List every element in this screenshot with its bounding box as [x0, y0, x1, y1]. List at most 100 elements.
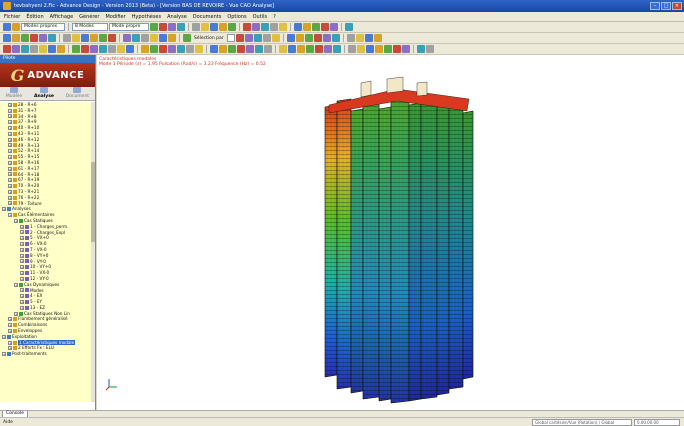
- menu-item-4[interactable]: Modifier: [105, 14, 125, 20]
- expand-icon[interactable]: +: [20, 247, 24, 252]
- tool-c-38-icon[interactable]: [348, 45, 356, 53]
- tool-c-29-icon[interactable]: [255, 45, 263, 53]
- tool-b-23-icon[interactable]: [271, 34, 280, 42]
- expand-icon[interactable]: +: [2, 334, 6, 339]
- menu-item-10[interactable]: ?: [273, 14, 276, 20]
- tool-b-15-icon[interactable]: [150, 34, 158, 42]
- tool-c-13-icon[interactable]: [99, 45, 107, 53]
- tool-b-19-icon[interactable]: [235, 34, 244, 42]
- tool-c-31-icon[interactable]: [279, 45, 287, 53]
- tool-b-6-icon[interactable]: [63, 34, 71, 42]
- mode-type-combo[interactable]: Mode propre: [109, 23, 149, 31]
- tool-a-8-icon[interactable]: [210, 23, 218, 31]
- expand-icon[interactable]: +: [20, 265, 24, 270]
- tool-b-26-icon[interactable]: [304, 34, 313, 42]
- tool-c-10-icon[interactable]: [72, 45, 80, 53]
- tool-b-27-icon[interactable]: [313, 34, 322, 42]
- tool-a-6-icon[interactable]: [192, 23, 200, 31]
- tool-a-4-icon[interactable]: [168, 23, 176, 31]
- tool-c-37-icon[interactable]: [333, 45, 341, 53]
- expand-icon[interactable]: +: [8, 114, 12, 119]
- expand-icon[interactable]: +: [8, 172, 12, 177]
- expand-icon[interactable]: +: [8, 189, 12, 194]
- tool-c-15-icon[interactable]: [117, 45, 125, 53]
- tool-b-28-icon[interactable]: [322, 34, 331, 42]
- tool-b-30-icon[interactable]: [346, 34, 355, 42]
- tool-b-20-icon[interactable]: [244, 34, 253, 42]
- menu-item-5[interactable]: Hypothèses: [132, 14, 161, 20]
- tool-b-3-icon[interactable]: [30, 34, 38, 42]
- tool-c-12-icon[interactable]: [90, 45, 98, 53]
- expand-icon[interactable]: +: [8, 120, 12, 125]
- menu-item-0[interactable]: Fichier: [4, 14, 20, 20]
- tool-b-32-icon[interactable]: [364, 34, 373, 42]
- tool-c-35-icon[interactable]: [315, 45, 323, 53]
- tool-b-31-icon[interactable]: [355, 34, 364, 42]
- tool-a-3-icon[interactable]: [159, 23, 167, 31]
- expand-icon[interactable]: +: [8, 102, 12, 107]
- expand-icon[interactable]: +: [8, 126, 12, 131]
- expand-icon[interactable]: +: [14, 311, 18, 316]
- building-model[interactable]: [97, 55, 684, 410]
- expand-icon[interactable]: +: [8, 160, 12, 165]
- tool-b-7-icon[interactable]: [72, 34, 80, 42]
- tool-b-9-icon[interactable]: [90, 34, 98, 42]
- cad-viewport[interactable]: Caractéristiques modales Mode 1 Période …: [97, 55, 684, 410]
- expand-icon[interactable]: +: [8, 213, 12, 218]
- tool-c-24-icon[interactable]: [210, 45, 218, 53]
- tool-c-39-icon[interactable]: [357, 45, 365, 53]
- menu-item-3[interactable]: Générer: [79, 14, 99, 20]
- tool-a-15-icon[interactable]: [279, 23, 287, 31]
- modes-combo[interactable]: Modes propres: [21, 23, 65, 31]
- tool-c-21-icon[interactable]: [177, 45, 185, 53]
- tab-document[interactable]: Document: [66, 87, 89, 99]
- tree-scroll-thumb[interactable]: [91, 162, 95, 242]
- expand-icon[interactable]: +: [8, 166, 12, 171]
- tree-item[interactable]: + Post-traitements: [0, 351, 92, 357]
- tool-b-13-icon[interactable]: [132, 34, 140, 42]
- tool-c-7-icon[interactable]: [39, 45, 47, 53]
- expand-icon[interactable]: +: [8, 178, 12, 183]
- tool-c-11-icon[interactable]: [81, 45, 89, 53]
- tool-c-28-icon[interactable]: [246, 45, 254, 53]
- expand-icon[interactable]: +: [8, 149, 12, 154]
- coordinate-system[interactable]: Global cartésien/Vue (Rotation) / Global: [532, 419, 632, 426]
- tool-c-8-icon[interactable]: [48, 45, 56, 53]
- tool-b-33-icon[interactable]: [373, 34, 382, 42]
- tool-b-29-icon[interactable]: [331, 34, 340, 42]
- tool-a-20-icon[interactable]: [330, 23, 338, 31]
- close-icon[interactable]: ×: [672, 2, 682, 10]
- expand-icon[interactable]: +: [20, 271, 24, 275]
- tool-c-42-icon[interactable]: [384, 45, 392, 53]
- tool-c-44-icon[interactable]: [402, 45, 410, 53]
- tool-c-5-icon[interactable]: [21, 45, 29, 53]
- mode-count-combo[interactable]: 8 Modes: [72, 23, 108, 31]
- tool-c-27-icon[interactable]: [237, 45, 245, 53]
- tool-c-18-icon[interactable]: [150, 45, 158, 53]
- tool-c-46-icon[interactable]: [426, 45, 434, 53]
- tool-b-22-icon[interactable]: [262, 34, 271, 42]
- tool-b-25-icon[interactable]: [295, 34, 304, 42]
- tool-c-19-icon[interactable]: [159, 45, 167, 53]
- tool-c-22-icon[interactable]: [186, 45, 194, 53]
- tool-b-18-icon[interactable]: [183, 34, 191, 42]
- expand-icon[interactable]: +: [8, 143, 12, 148]
- tool-b-8-icon[interactable]: [81, 34, 89, 42]
- tool-c-6-icon[interactable]: [30, 45, 38, 53]
- tool-a-10-icon[interactable]: [228, 23, 236, 31]
- tool-b-17-icon[interactable]: [168, 34, 176, 42]
- tool-c-40-icon[interactable]: [366, 45, 374, 53]
- tool-c-17-icon[interactable]: [141, 45, 149, 53]
- expand-icon[interactable]: +: [14, 282, 18, 287]
- expand-icon[interactable]: +: [14, 218, 18, 223]
- maximize-icon[interactable]: □: [661, 2, 671, 10]
- expand-icon[interactable]: +: [20, 253, 24, 258]
- expand-icon[interactable]: +: [8, 184, 12, 189]
- tool-c-30-icon[interactable]: [264, 45, 272, 53]
- tool-c-16-icon[interactable]: [126, 45, 134, 53]
- expand-icon[interactable]: +: [2, 352, 6, 357]
- tool-a-14-icon[interactable]: [270, 23, 278, 31]
- expand-icon[interactable]: +: [8, 131, 12, 136]
- expand-icon[interactable]: +: [8, 201, 12, 206]
- tool-a-5-icon[interactable]: [177, 23, 185, 31]
